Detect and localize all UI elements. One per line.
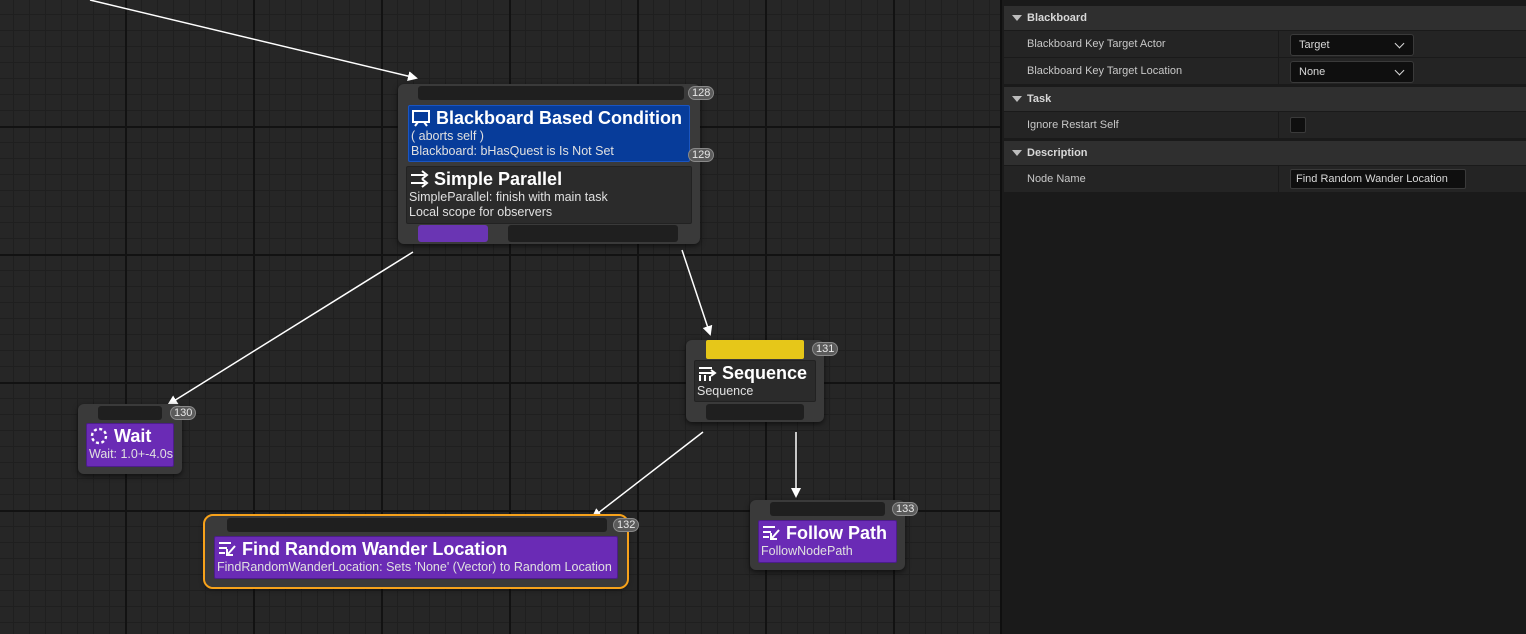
wait-node[interactable]: Wait Wait: 1.0+-4.0s 130	[78, 404, 197, 474]
decorator-condition: Blackboard: bHasQuest is Is Not Set	[411, 144, 614, 158]
collapse-arrow-icon[interactable]	[1012, 15, 1022, 21]
dropdown-value: None	[1299, 66, 1326, 78]
main-task-output-pin[interactable]	[418, 225, 488, 242]
ignore-restart-self-checkbox[interactable]	[1290, 117, 1306, 133]
section-header-task[interactable]: Task	[1004, 87, 1526, 111]
follow-path-index-badge: 133	[892, 502, 919, 516]
property-label: Ignore Restart Self	[1027, 119, 1119, 131]
wait-input-pin[interactable]	[98, 406, 162, 420]
task-list-icon	[217, 540, 237, 558]
find-random-title-text: Find Random Wander Location	[242, 539, 508, 559]
parallel-arrows-icon	[409, 170, 429, 188]
section-title: Blackboard	[1027, 12, 1087, 24]
task-list-icon	[761, 524, 781, 542]
find-random-wander-location-node[interactable]: Find Random Wander Location FindRandomWa…	[203, 514, 640, 589]
sequence-index-badge: 131	[812, 342, 839, 356]
wait-task[interactable]: Wait Wait: 1.0+-4.0s	[86, 423, 174, 467]
find-random-title: Find Random Wander Location	[217, 538, 615, 560]
column-divider[interactable]	[1278, 31, 1279, 58]
property-row-node-name: Node Name Find Random Wander Location	[1004, 166, 1526, 193]
wire-selector-to-sequence	[681, 249, 713, 336]
sequence-output-pin[interactable]	[706, 404, 804, 420]
column-divider[interactable]	[1278, 112, 1279, 139]
composite-title: Simple Parallel	[409, 168, 689, 190]
sequence-title: Sequence	[697, 362, 813, 384]
wire-selector-to-wait	[167, 251, 414, 406]
target-actor-dropdown[interactable]: Target	[1290, 34, 1414, 56]
follow-path-input-pin[interactable]	[770, 502, 885, 516]
wait-index-badge: 130	[170, 406, 197, 420]
property-row-target-actor: Blackboard Key Target Actor Target	[1004, 31, 1526, 58]
section-header-description[interactable]: Description	[1004, 141, 1526, 165]
composite-title-text: Simple Parallel	[434, 169, 563, 189]
follow-path-task[interactable]: Follow Path FollowNodePath	[758, 520, 897, 563]
find-random-task[interactable]: Find Random Wander Location FindRandomWa…	[214, 536, 618, 579]
property-label: Node Name	[1027, 173, 1086, 185]
composite-line-1: SimpleParallel: finish with main task	[409, 190, 608, 204]
section-title: Description	[1027, 147, 1088, 159]
property-row-target-location: Blackboard Key Target Location None	[1004, 58, 1526, 85]
sequence-composite[interactable]: Sequence Sequence	[694, 360, 816, 402]
sequence-subtitle: Sequence	[697, 384, 754, 398]
composite-line-2: Local scope for observers	[409, 205, 553, 219]
sequence-input-pin[interactable]	[706, 340, 804, 359]
find-random-subtitle: FindRandomWanderLocation: Sets 'None' (V…	[217, 560, 612, 574]
collapse-arrow-icon[interactable]	[1012, 150, 1022, 156]
decorator-index-badge: 129	[688, 148, 715, 162]
column-divider[interactable]	[1278, 166, 1279, 193]
details-panel: Blackboard Blackboard Key Target Actor T…	[1000, 0, 1526, 634]
follow-path-title-text: Follow Path	[786, 523, 887, 543]
comment-board-icon	[411, 109, 431, 127]
behavior-tree-graph[interactable]: Blackboard Based Condition ( aborts self…	[0, 0, 1000, 634]
follow-path-subtitle: FollowNodePath	[761, 544, 853, 558]
follow-path-title: Follow Path	[761, 522, 894, 544]
decorator-title-text: Blackboard Based Condition	[436, 108, 683, 128]
property-label: Blackboard Key Target Actor	[1027, 38, 1166, 50]
property-row-ignore-restart-self: Ignore Restart Self	[1004, 112, 1526, 139]
wait-title-text: Wait	[114, 426, 152, 446]
wait-subtitle: Wait: 1.0+-4.0s	[89, 447, 173, 461]
chevron-down-icon	[1394, 38, 1405, 49]
sequence-node[interactable]: Sequence Sequence 131	[686, 340, 839, 422]
input-pin[interactable]	[418, 86, 684, 100]
node-index-badge: 128	[688, 86, 715, 100]
wait-title: Wait	[89, 425, 171, 447]
sequence-title-text: Sequence	[722, 363, 808, 383]
simple-parallel-node[interactable]: Blackboard Based Condition ( aborts self…	[398, 84, 715, 244]
wait-spinner-icon	[89, 427, 109, 445]
sequence-icon	[697, 364, 717, 382]
find-random-index-badge: 132	[613, 518, 640, 532]
wire-sequence-to-find-random	[591, 431, 704, 519]
section-title: Task	[1027, 93, 1052, 105]
follow-path-node[interactable]: Follow Path FollowNodePath 133	[750, 500, 919, 570]
simple-parallel-composite[interactable]: Simple Parallel SimpleParallel: finish w…	[406, 166, 692, 224]
blackboard-condition-decorator[interactable]: Blackboard Based Condition ( aborts self…	[408, 105, 690, 162]
collapse-arrow-icon[interactable]	[1012, 96, 1022, 102]
background-output-pin[interactable]	[508, 225, 678, 242]
decorator-title: Blackboard Based Condition	[411, 107, 687, 129]
target-location-dropdown[interactable]: None	[1290, 61, 1414, 83]
property-label: Blackboard Key Target Location	[1027, 65, 1183, 77]
decorator-abort-mode: ( aborts self )	[411, 129, 484, 143]
node-name-input[interactable]: Find Random Wander Location	[1290, 169, 1466, 189]
dropdown-value: Target	[1299, 39, 1330, 51]
section-header-blackboard[interactable]: Blackboard	[1004, 6, 1526, 30]
column-divider[interactable]	[1278, 58, 1279, 85]
find-random-input-pin[interactable]	[227, 518, 607, 532]
chevron-down-icon	[1394, 65, 1405, 76]
wire-root-to-selector	[89, 0, 418, 82]
